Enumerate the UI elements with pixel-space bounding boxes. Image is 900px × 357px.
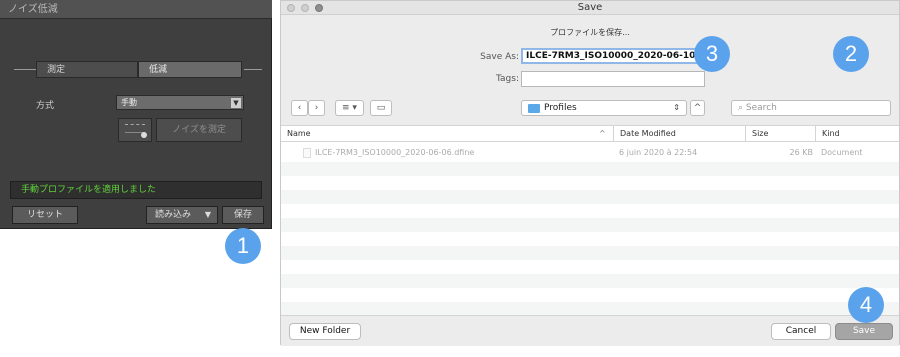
chevron-down-icon: ▼: [231, 98, 241, 108]
row-stripe: [281, 162, 899, 176]
chevron-up-icon: ^: [693, 103, 702, 113]
dialog-titlebar: Save: [281, 1, 899, 15]
step-badge-2: 2: [833, 36, 869, 72]
cancel-button[interactable]: Cancel: [771, 323, 831, 340]
new-folder-toolbar-button[interactable]: ▭: [370, 100, 392, 116]
list-view-icon: ≡ ▾: [342, 103, 357, 113]
column-name[interactable]: Name: [287, 126, 311, 142]
file-list-header: Name ^ Date Modified Size Kind: [281, 126, 899, 142]
close-window-icon[interactable]: [287, 4, 295, 12]
step-badge-4: 4: [848, 287, 884, 323]
load-button-label: 読み込み: [155, 210, 192, 220]
browser-toolbar: ‹ › ≡ ▾ ▭ Profiles ⇕ ^ ⌕ Search: [281, 94, 899, 122]
column-kind[interactable]: Kind: [815, 126, 895, 142]
view-mode-button[interactable]: ≡ ▾: [335, 100, 364, 116]
minimize-window-icon[interactable]: [301, 4, 309, 12]
panel-title: ノイズ低減: [0, 0, 272, 19]
row-stripe: [281, 274, 899, 288]
method-value: 手動: [121, 98, 137, 107]
save-as-label: Save As:: [480, 52, 519, 62]
save-button[interactable]: 保存: [222, 206, 264, 224]
file-name: ILCE-7RM3_ISO10000_2020-06-06.dfine: [315, 148, 475, 157]
location-label: Profiles: [544, 103, 577, 113]
document-icon: [303, 148, 311, 158]
tags-label: Tags:: [496, 74, 519, 84]
dialog-footer: New Folder Cancel Save: [281, 315, 899, 346]
status-message: 手動プロファイルを適用しました: [10, 181, 262, 199]
load-button[interactable]: 読み込み ▼: [146, 206, 218, 224]
save-as-input[interactable]: ILCE-7RM3_ISO10000_2020-06-10: [521, 48, 705, 64]
folder-icon: [528, 104, 540, 113]
updown-chevron-icon: ⇕: [673, 103, 680, 112]
dialog-title: Save: [577, 2, 603, 13]
save-confirm-button[interactable]: Save: [835, 323, 893, 340]
dialog-subtitle: プロファイルを保存...: [550, 28, 630, 37]
step-badge-1: 1: [225, 228, 261, 264]
measure-noise-button[interactable]: ノイズを測定: [156, 118, 242, 142]
forward-button[interactable]: ›: [308, 100, 325, 116]
list-item[interactable]: ILCE-7RM3_ISO10000_2020-06-06.dfine 6 ju…: [281, 144, 899, 162]
add-icon: [141, 132, 147, 138]
column-size[interactable]: Size: [745, 126, 813, 142]
column-date[interactable]: Date Modified: [613, 126, 743, 142]
row-stripe: [281, 218, 899, 232]
method-select[interactable]: 手動 ▼: [116, 95, 244, 110]
row-stripe: [281, 302, 899, 316]
step-badge-3: 3: [694, 36, 730, 72]
dashed-line-icon: [125, 124, 145, 125]
file-kind: Document: [821, 148, 863, 157]
expand-button[interactable]: ^: [690, 100, 705, 116]
profile-tool-button[interactable]: [118, 118, 152, 142]
tab-divider-left: [14, 69, 36, 70]
zoom-window-icon[interactable]: [315, 4, 323, 12]
row-stripe: [281, 190, 899, 204]
chevron-down-icon: ▼: [204, 210, 211, 219]
row-stripe: [281, 246, 899, 260]
location-popup[interactable]: Profiles ⇕: [521, 100, 687, 116]
chevron-left-icon: ‹: [297, 103, 302, 113]
save-dialog: Save プロファイルを保存... Save As: ILCE-7RM3_ISO…: [280, 0, 900, 346]
method-label: 方式: [36, 101, 55, 111]
back-button[interactable]: ‹: [291, 100, 308, 116]
chevron-right-icon: ›: [314, 103, 319, 113]
folder-add-icon: ▭: [376, 103, 386, 113]
search-field[interactable]: ⌕ Search: [731, 100, 891, 116]
file-date: 6 juin 2020 à 22:54: [619, 148, 698, 157]
tab-reduce[interactable]: 低減: [138, 61, 242, 78]
sort-chevron-icon: ^: [599, 129, 606, 138]
reset-button[interactable]: リセット: [12, 206, 78, 224]
tab-measure[interactable]: 測定: [36, 61, 138, 78]
file-list: Name ^ Date Modified Size Kind ILCE-7RM3…: [281, 125, 899, 316]
file-size: 26 KB: [789, 148, 813, 157]
search-icon: ⌕: [738, 103, 744, 113]
new-folder-button[interactable]: New Folder: [289, 323, 361, 340]
tab-divider-right: [244, 69, 262, 70]
noise-reduction-panel: ノイズ低減 測定 低減 方式 手動 ▼ ノイズを測定 手動プロファイルを適用しま…: [0, 0, 272, 229]
tags-input[interactable]: [521, 71, 705, 87]
search-placeholder: Search: [745, 103, 777, 113]
